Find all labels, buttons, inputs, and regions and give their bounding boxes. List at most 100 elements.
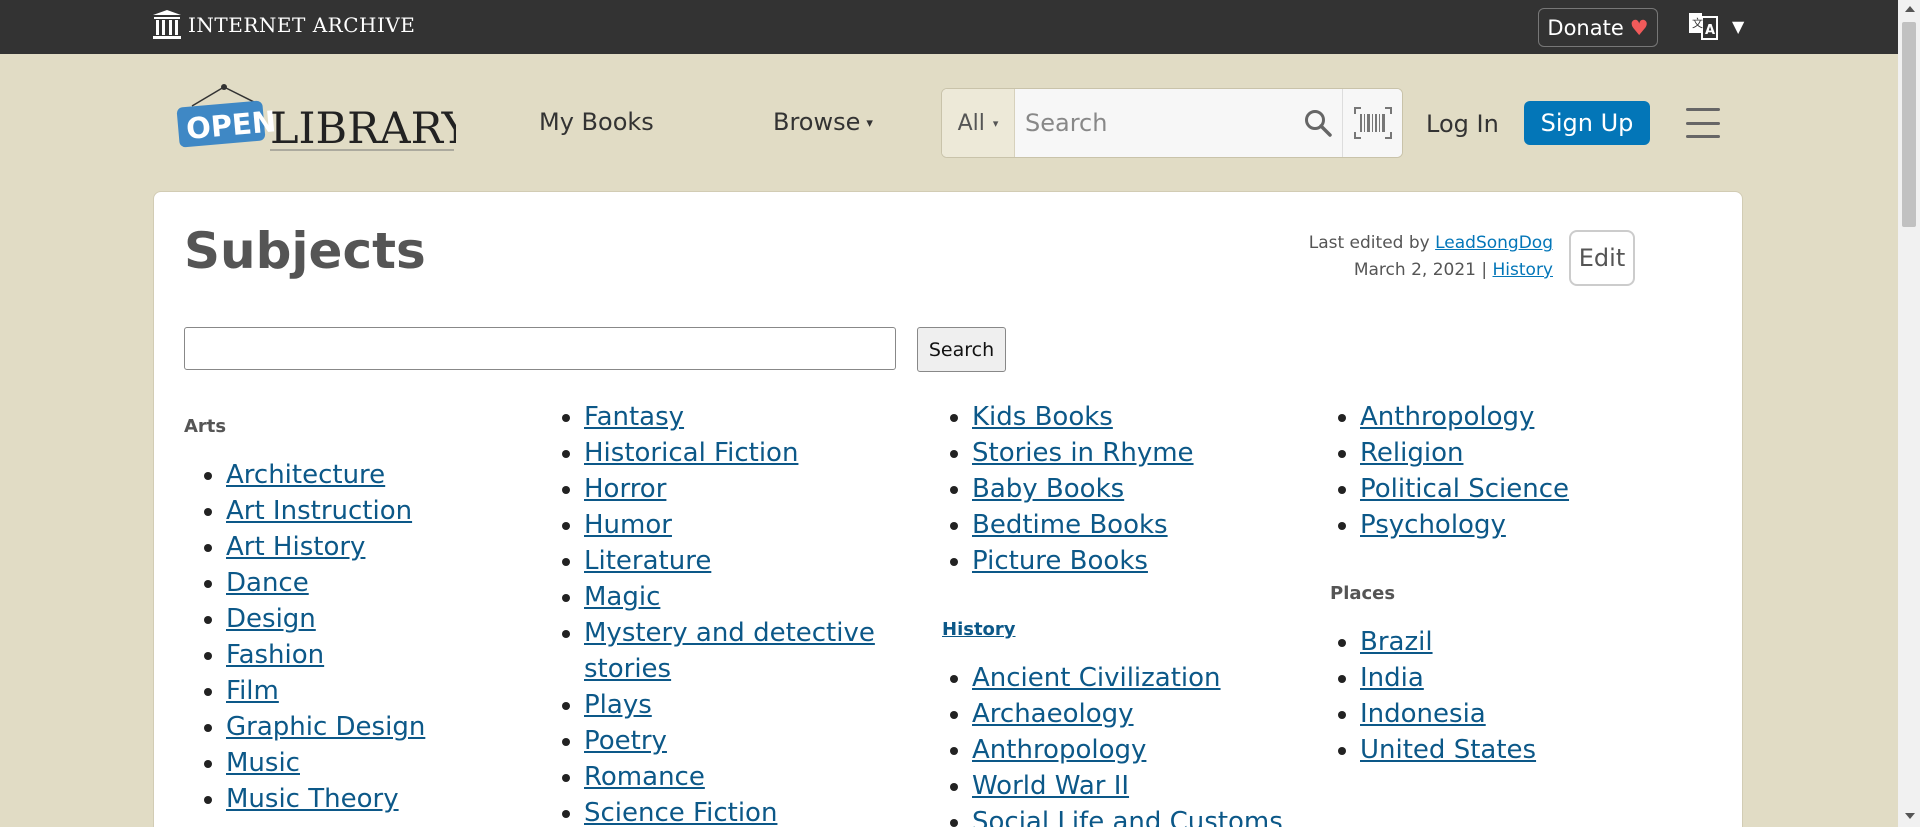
list-item: Bedtime Books bbox=[972, 507, 1290, 543]
internet-archive-wordmark: INTERNET ARCHIVE bbox=[188, 13, 416, 37]
subject-link[interactable]: Baby Books bbox=[972, 474, 1124, 504]
nav-browse[interactable]: Browse ▾ bbox=[773, 108, 873, 136]
subject-search-input[interactable] bbox=[184, 327, 896, 370]
subject-link[interactable]: Art History bbox=[226, 532, 365, 562]
subject-link[interactable]: World War II bbox=[972, 771, 1129, 801]
subject-link[interactable]: Fantasy bbox=[584, 402, 684, 432]
translate-icon: 文 A bbox=[1689, 13, 1718, 40]
subject-link[interactable]: Poetry bbox=[584, 726, 667, 756]
list-item: Graphic Design bbox=[226, 709, 425, 745]
subject-link[interactable]: Picture Books bbox=[972, 546, 1148, 576]
subject-list: Fantasy Historical Fiction Horror Humor … bbox=[542, 399, 882, 827]
last-edited-user-link[interactable]: LeadSongDog bbox=[1435, 233, 1553, 253]
internet-archive-logo[interactable]: INTERNET ARCHIVE bbox=[152, 9, 415, 41]
list-item: Plays bbox=[584, 687, 882, 723]
subject-link[interactable]: Horror bbox=[584, 474, 666, 504]
list-item: Humor bbox=[584, 507, 882, 543]
last-edited-date: March 2, 2021 bbox=[1353, 260, 1476, 280]
subject-link[interactable]: Magic bbox=[584, 582, 660, 612]
page-title: Subjects bbox=[184, 222, 426, 280]
list-item: Music Theory bbox=[226, 781, 425, 817]
subject-link[interactable]: Stories in Rhyme bbox=[972, 438, 1194, 468]
scroll-down-arrow-icon[interactable] bbox=[1905, 813, 1915, 819]
list-item: Romance bbox=[584, 759, 882, 795]
section-heading-arts: Arts bbox=[184, 416, 227, 437]
donate-button[interactable]: Donate ♥ bbox=[1538, 8, 1658, 47]
subject-link[interactable]: Bedtime Books bbox=[972, 510, 1168, 540]
search-input[interactable]: Search bbox=[1015, 89, 1294, 157]
barcode-icon bbox=[1353, 107, 1392, 139]
donate-label: Donate bbox=[1547, 15, 1624, 40]
subject-link[interactable]: United States bbox=[1360, 735, 1536, 765]
subject-link[interactable]: Film bbox=[226, 676, 279, 706]
subject-link[interactable]: Kids Books bbox=[972, 402, 1113, 432]
list-item: Psychology bbox=[1360, 507, 1658, 543]
subject-link[interactable]: Anthropology bbox=[1360, 402, 1534, 432]
subject-link[interactable]: Social Life and Customs bbox=[972, 807, 1283, 827]
svg-text:LIBRARY: LIBRARY bbox=[270, 104, 456, 154]
scrollbar-thumb[interactable] bbox=[1902, 22, 1916, 227]
search-button[interactable] bbox=[1294, 89, 1342, 157]
subject-link[interactable]: Archaeology bbox=[972, 699, 1134, 729]
subject-link[interactable]: Fashion bbox=[226, 640, 324, 670]
list-item: Brazil bbox=[1360, 624, 1658, 660]
edit-button[interactable]: Edit bbox=[1569, 230, 1635, 286]
list-item: Art Instruction bbox=[226, 493, 425, 529]
subject-link[interactable]: India bbox=[1360, 663, 1424, 693]
chevron-down-icon: ▾ bbox=[992, 116, 999, 130]
subject-search-button[interactable]: Search bbox=[917, 327, 1006, 372]
list-item: Architecture bbox=[226, 457, 425, 493]
open-library-logo[interactable]: OPEN LIBRARY bbox=[176, 80, 471, 156]
hamburger-menu-icon[interactable] bbox=[1686, 108, 1720, 138]
subject-link[interactable]: Art Instruction bbox=[226, 496, 412, 526]
subject-link[interactable]: Design bbox=[226, 604, 316, 634]
list-item: Picture Books bbox=[972, 543, 1290, 579]
scroll-up-arrow-icon[interactable] bbox=[1905, 6, 1915, 12]
list-item: Mystery and detective stories bbox=[584, 615, 882, 687]
list-item: Social Life and Customs bbox=[972, 804, 1290, 827]
subject-link[interactable]: Plays bbox=[584, 690, 652, 720]
separator: | bbox=[1475, 260, 1493, 280]
subject-link[interactable]: Science Fiction bbox=[584, 798, 777, 827]
subject-link[interactable]: Music bbox=[226, 748, 300, 778]
page-scrollbar[interactable] bbox=[1898, 0, 1920, 827]
subject-link[interactable]: Romance bbox=[584, 762, 705, 792]
subject-link[interactable]: Graphic Design bbox=[226, 712, 425, 742]
section-heading-history: History bbox=[942, 619, 1290, 640]
nav-my-books[interactable]: My Books bbox=[539, 108, 654, 136]
list-item: Anthropology bbox=[972, 732, 1290, 768]
internet-archive-bar: INTERNET ARCHIVE Donate ♥ 文 A ▼ bbox=[0, 0, 1898, 54]
subject-list: Ancient Civilization Archaeology Anthrop… bbox=[930, 660, 1290, 827]
subject-link[interactable]: Mystery and detective stories bbox=[584, 618, 875, 684]
subject-link[interactable]: Psychology bbox=[1360, 510, 1506, 540]
svg-text:文: 文 bbox=[1692, 16, 1703, 30]
list-item: Political Science bbox=[1360, 471, 1658, 507]
subject-link[interactable]: Indonesia bbox=[1360, 699, 1486, 729]
signup-button[interactable]: Sign Up bbox=[1524, 101, 1650, 145]
barcode-scanner-button[interactable] bbox=[1342, 89, 1402, 157]
subject-link[interactable]: Humor bbox=[584, 510, 672, 540]
subject-link[interactable]: Architecture bbox=[226, 460, 385, 490]
nav-browse-label: Browse bbox=[773, 108, 861, 136]
subject-link[interactable]: Ancient Civilization bbox=[972, 663, 1221, 693]
subject-link[interactable]: Dance bbox=[226, 568, 309, 598]
subject-link[interactable]: Brazil bbox=[1360, 627, 1433, 657]
subject-link[interactable]: Religion bbox=[1360, 438, 1463, 468]
search-icon bbox=[1305, 110, 1332, 137]
login-link[interactable]: Log In bbox=[1426, 110, 1499, 138]
list-item: Science Fiction bbox=[584, 795, 882, 827]
subject-link[interactable]: Music Theory bbox=[226, 784, 399, 814]
search-scope-label: All bbox=[957, 110, 985, 136]
list-item: World War II bbox=[972, 768, 1290, 804]
language-selector[interactable]: 文 A ▼ bbox=[1688, 10, 1744, 42]
subject-link[interactable]: Historical Fiction bbox=[584, 438, 798, 468]
list-item: Stories in Rhyme bbox=[972, 435, 1290, 471]
subject-link[interactable]: Political Science bbox=[1360, 474, 1569, 504]
subject-link[interactable]: Anthropology bbox=[972, 735, 1146, 765]
list-item: Film bbox=[226, 673, 425, 709]
subject-link[interactable]: Literature bbox=[584, 546, 711, 576]
history-heading-link[interactable]: History bbox=[942, 619, 1016, 640]
history-link[interactable]: History bbox=[1493, 260, 1553, 280]
list-item: Music bbox=[226, 745, 425, 781]
search-scope-dropdown[interactable]: All ▾ bbox=[942, 89, 1015, 157]
